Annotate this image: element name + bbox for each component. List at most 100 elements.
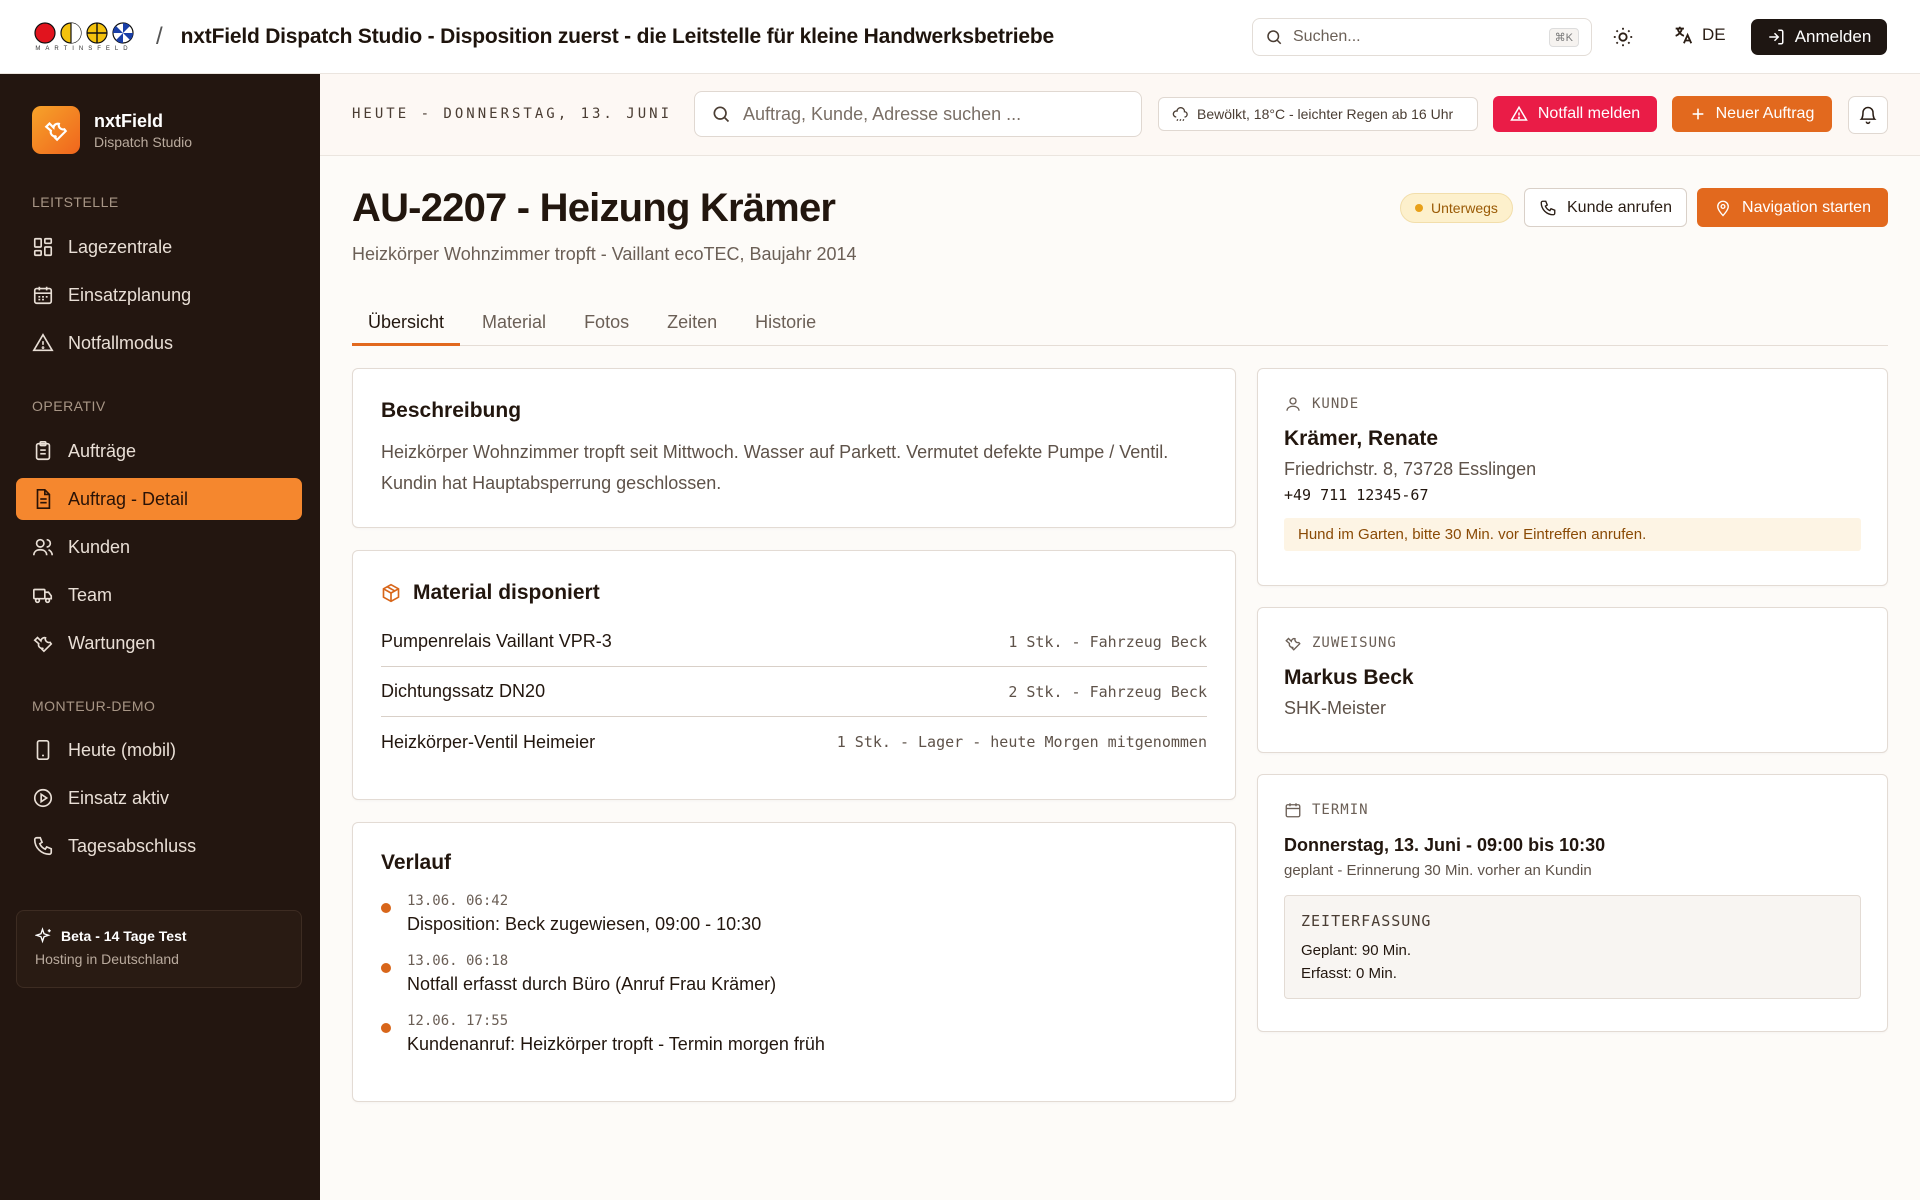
tab-fotos[interactable]: Fotos	[568, 302, 645, 346]
call-customer-label: Kunde anrufen	[1567, 198, 1672, 216]
cloud-rain-icon	[1172, 106, 1188, 122]
brand-name: nxtField	[94, 110, 164, 131]
sidebar-item-label: Lagezentrale	[68, 236, 173, 257]
warning-icon	[1510, 105, 1528, 121]
calendar-icon	[1285, 803, 1301, 818]
login-button[interactable]: Anmelden	[1751, 19, 1887, 55]
translate-icon	[1675, 26, 1693, 44]
brand-wrench-icon	[32, 106, 80, 154]
history-time: 13.06. 06:42	[407, 893, 509, 909]
start-navigation-button[interactable]: Navigation starten	[1697, 188, 1888, 227]
sidebar-item-label: Einsatz aktiv	[68, 787, 170, 808]
order-search-input[interactable]: Auftrag, Kunde, Adresse suchen ...	[694, 91, 1142, 137]
calendar-icon	[33, 286, 53, 305]
material-row[interactable]: Heizkörper-Ventil Heimeier 1 Stk. - Lage…	[381, 717, 1207, 767]
beta-banner: Beta - 14 Tage Test Hosting in Deutschla…	[16, 910, 302, 988]
history-entry: 13.06. 06:18 Notfall erfasst durch Büro …	[381, 953, 1207, 995]
tab-material[interactable]: Material	[466, 302, 562, 346]
sidebar-item-einsatz-aktiv[interactable]: Einsatz aktiv	[16, 777, 302, 819]
document-icon	[36, 489, 51, 509]
page-subtitle: Heizkörper Wohnzimmer tropft - Vaillant …	[352, 244, 857, 264]
language-switcher[interactable]: DE	[1672, 24, 1726, 46]
sidebar-brand[interactable]: nxtField Dispatch Studio	[32, 106, 192, 154]
sidebar-item-label: Notfallmodus	[68, 332, 174, 353]
material-name: Heizkörper-Ventil Heimeier	[381, 731, 596, 752]
customer-label-text: KUNDE	[1312, 396, 1360, 412]
material-title: Material disponiert	[413, 581, 600, 604]
sidebar-item-label: Heute (mobil)	[68, 739, 177, 760]
material-quantity: 1 Stk. - Lager - heute Morgen mitgenomme…	[836, 733, 1207, 751]
global-search[interactable]: Suchen... ⌘K	[1252, 18, 1592, 56]
assignment-label-text: ZUWEISUNG	[1312, 635, 1397, 651]
logo-text: MARTINSFELD	[35, 45, 133, 52]
weather-text: Bewölkt, 18°C - leichter Regen ab 16 Uhr	[1197, 106, 1454, 122]
sidebar-item-auftraege[interactable]: Aufträge	[16, 430, 302, 472]
notifications-button[interactable]	[1848, 96, 1888, 134]
history-title: Verlauf	[381, 851, 452, 874]
sidebar-item-notfallmodus[interactable]: Notfallmodus	[16, 322, 302, 364]
page-title: AU-2207 - Heizung Krämer	[352, 186, 836, 230]
appointment-card: TERMIN Donnerstag, 13. Juni - 09:00 bis …	[1257, 774, 1888, 1032]
sidebar-item-wartungen[interactable]: Wartungen	[16, 622, 302, 664]
sidebar-item-team[interactable]: Team	[16, 574, 302, 616]
sidebar-item-einsatzplanung[interactable]: Einsatzplanung	[16, 274, 302, 316]
search-icon	[713, 106, 730, 123]
users-icon	[33, 538, 53, 556]
description-text: Heizkörper Wohnzimmer tropft seit Mittwo…	[381, 442, 1169, 493]
history-card: Verlauf 13.06. 06:42 Disposition: Beck z…	[352, 822, 1236, 1102]
assignment-label: ZUWEISUNG	[1284, 634, 1861, 652]
search-icon	[1267, 30, 1282, 45]
sparkle-icon	[35, 927, 51, 944]
sidebar-item-tagesabschluss[interactable]: Tagesabschluss	[16, 825, 302, 867]
sidebar-item-label: Aufträge	[68, 440, 137, 461]
customer-note: Hund im Garten, bitte 30 Min. vor Eintre…	[1284, 518, 1861, 551]
wrench-icon	[33, 636, 53, 653]
logo-half-circle-icon	[60, 21, 82, 44]
time-tracking-box: ZEITERFASSUNG Geplant: 90 Min. Erfasst: …	[1284, 895, 1861, 999]
current-date: HEUTE - DONNERSTAG, 13. JUNI	[352, 106, 673, 122]
nav-section-operativ: OPERATIV	[32, 398, 106, 414]
customer-phone[interactable]: +49 711 12345-67	[1284, 486, 1861, 504]
assignment-card: ZUWEISUNG Markus Beck SHK-Meister	[1257, 607, 1888, 753]
customer-address: Friedrichstr. 8, 73728 Esslingen	[1284, 459, 1537, 479]
tab-historie[interactable]: Historie	[739, 302, 832, 346]
sidebar-item-label: Tagesabschluss	[68, 835, 197, 856]
nav-section-leitstelle: LEITSTELLE	[32, 194, 119, 210]
history-text: Disposition: Beck zugewiesen, 09:00 - 10…	[407, 914, 762, 934]
description-title: Beschreibung	[381, 399, 522, 422]
appointment-label-text: TERMIN	[1312, 802, 1369, 818]
sidebar: nxtField Dispatch Studio LEITSTELLE Lage…	[0, 74, 320, 1200]
theme-toggle[interactable]	[1612, 26, 1634, 48]
material-row[interactable]: Dichtungssatz DN20 2 Stk. - Fahrzeug Bec…	[381, 667, 1207, 717]
material-list: Pumpenrelais Vaillant VPR-3 1 Stk. - Fah…	[381, 617, 1207, 767]
sidebar-item-auftrag-detail[interactable]: Auftrag - Detail	[16, 478, 302, 520]
sidebar-item-kunden[interactable]: Kunden	[16, 526, 302, 568]
detail-tabs: Übersicht Material Fotos Zeiten Historie	[352, 302, 1888, 346]
package-icon	[382, 583, 400, 603]
login-icon	[1768, 29, 1784, 45]
status-dot	[1415, 204, 1423, 212]
beta-subtitle: Hosting in Deutschland	[35, 951, 179, 967]
report-emergency-button[interactable]: Notfall melden	[1493, 96, 1657, 132]
sidebar-item-label: Auftrag - Detail	[68, 488, 189, 509]
sidebar-item-label: Kunden	[68, 536, 131, 557]
material-row[interactable]: Pumpenrelais Vaillant VPR-3 1 Stk. - Fah…	[381, 617, 1207, 667]
global-search-placeholder: Suchen...	[1293, 28, 1361, 45]
sidebar-item-label: Team	[68, 584, 113, 605]
brand-subtitle: Dispatch Studio	[94, 133, 193, 150]
status-badge: Unterwegs	[1400, 193, 1513, 223]
tab-uebersicht[interactable]: Übersicht	[352, 302, 461, 346]
tab-zeiten[interactable]: Zeiten	[651, 302, 733, 346]
appointment-datetime: Donnerstag, 13. Juni - 09:00 bis 10:30	[1284, 835, 1606, 855]
new-order-button[interactable]: Neuer Auftrag	[1672, 96, 1832, 132]
history-text: Notfall erfasst durch Büro (Anruf Frau K…	[407, 974, 777, 994]
sidebar-item-label: Einsatzplanung	[68, 284, 192, 305]
warning-icon	[32, 333, 54, 352]
plus-icon	[1692, 108, 1703, 120]
app-title: nxtField Dispatch Studio - Disposition z…	[180, 24, 1054, 48]
martinsfeld-logo[interactable]: MARTINSFELD	[32, 21, 136, 52]
sidebar-item-heute-mobil[interactable]: Heute (mobil)	[16, 729, 302, 771]
title-separator: /	[156, 22, 163, 50]
call-customer-button[interactable]: Kunde anrufen	[1524, 188, 1687, 227]
sidebar-item-lagezentrale[interactable]: Lagezentrale	[16, 226, 302, 268]
